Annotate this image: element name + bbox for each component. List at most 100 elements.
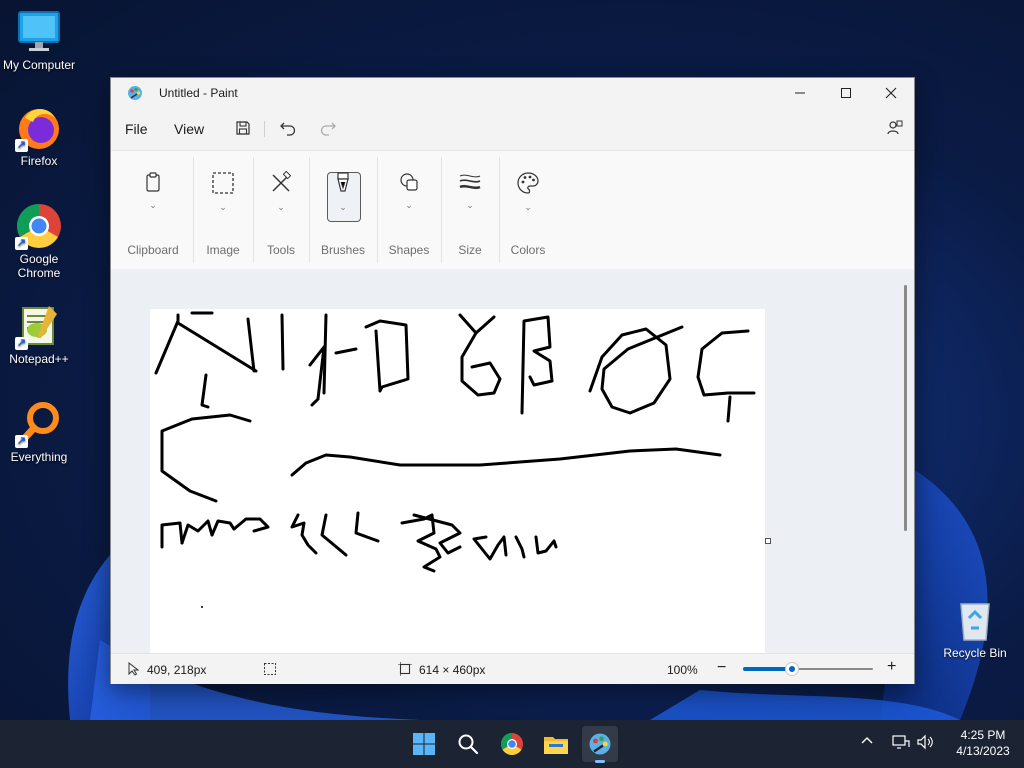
desktop-icon-label: Firefox [20,154,58,168]
shapes-icon [398,171,420,198]
ribbon-group-label: Colors [510,243,546,257]
chevron-down-icon: ⌄ [524,202,532,212]
ribbon-group-label: Clipboard [127,243,179,257]
toolbar-separator [264,121,265,137]
ribbon-group-label: Brushes [320,243,366,257]
zoom-in-icon[interactable]: + [887,658,896,676]
ribbon-separator [377,157,378,263]
clock-date: 4/13/2023 [956,744,1010,758]
menu-bar: File View [111,108,914,148]
canvas-area [111,269,914,653]
ribbon-separator [441,157,442,263]
desktop-icon-my-computer[interactable]: My Computer [0,8,78,72]
menu-file[interactable]: File [125,121,148,137]
chrome-icon: ↗ [15,202,63,250]
shortcut-arrow-icon: ↗ [15,139,28,152]
minimize-button[interactable] [777,78,823,108]
stray-dot [201,606,203,608]
canvas-size-icon [398,662,412,679]
zoom-slider[interactable] [743,663,873,675]
selection-size-icon [263,662,277,679]
network-icon [892,735,910,749]
recycle-bin-icon [951,596,999,644]
ribbon-group-tools[interactable]: ⌄ Tools [254,151,308,269]
shortcut-arrow-icon: ↗ [15,337,28,350]
chevron-down-icon: ⌄ [149,200,157,210]
desktop-icon-notepad-plus-plus[interactable]: ↗ Notepad++ [0,302,78,366]
redo-icon[interactable] [316,117,340,139]
desktop: My Computer ↗ Firefox ↗ Google Chrome ↗ … [0,0,1024,720]
desktop-icon-label: My Computer [2,58,76,72]
desktop-icon-label: Notepad++ [9,352,69,366]
search-button[interactable] [450,726,486,762]
ribbon-group-size[interactable]: ⌄ Size [443,151,497,269]
size-icon [458,171,482,198]
zoom-out-icon[interactable]: − [717,659,726,677]
freehand-drawing [154,311,756,608]
taskbar-paint[interactable] [582,726,618,763]
chevron-down-icon: ⌄ [219,202,227,212]
taskbar-file-explorer[interactable] [538,726,574,762]
chevron-down-icon: ⌄ [277,202,285,212]
ribbon-group-label: Shapes [388,243,430,257]
palette-icon [516,171,540,200]
cursor-position: 409, 218px [147,663,207,677]
zoom-level[interactable]: 100% [667,663,698,677]
start-button[interactable] [406,726,442,762]
undo-icon[interactable] [276,117,300,139]
chevron-down-icon: ⌄ [466,200,474,210]
show-hidden-icons[interactable] [860,734,874,753]
ribbon-group-clipboard[interactable]: ⌄ Clipboard [119,151,187,269]
desktop-icon-label: Everything [10,450,68,464]
search-icon [458,734,479,755]
menu-view[interactable]: View [174,121,204,137]
drawing-canvas[interactable] [150,309,765,653]
canvas-resize-handle[interactable] [765,538,771,544]
desktop-icon-label: Google Chrome [17,252,61,280]
status-bar: 409, 218px 614 × 460px 100% − + [111,653,914,684]
window-title: Untitled - Paint [159,86,238,100]
taskbar: 4:25 PM 4/13/2023 [0,720,1024,768]
monitor-icon [15,8,63,56]
speaker-icon [917,734,933,750]
ribbon-group-brushes[interactable]: ⌄ Brushes [313,151,373,269]
account-settings-icon[interactable] [883,117,907,139]
desktop-icon-everything[interactable]: ↗ Everything [0,400,78,464]
maximize-button[interactable] [823,78,869,108]
ribbon-group-image[interactable]: ⌄ Image [194,151,252,269]
ribbon-group-label: Tools [266,243,295,257]
save-icon[interactable] [231,117,255,139]
vertical-scrollbar[interactable] [904,285,907,531]
desktop-icon-chrome[interactable]: ↗ Google Chrome [0,202,78,280]
desktop-icon-recycle-bin[interactable]: Recycle Bin [936,596,1014,660]
taskbar-chrome[interactable] [494,726,530,762]
selection-icon [211,171,235,200]
clock[interactable]: 4:25 PM 4/13/2023 [944,727,1022,759]
close-button[interactable] [868,78,914,108]
chevron-down-icon: ⌄ [339,202,347,212]
ribbon-group-colors[interactable]: ⌄ Colors [500,151,556,269]
clock-time: 4:25 PM [960,728,1006,742]
network-status[interactable] [892,734,910,755]
ribbon-group-label: Image [206,243,240,257]
everything-search-icon: ↗ [15,400,63,448]
canvas-size: 614 × 460px [419,663,486,677]
ribbon-separator [309,157,310,263]
desktop-icon-label: Recycle Bin [943,646,1007,660]
chrome-icon [501,733,523,755]
chevron-down-icon: ⌄ [405,200,413,210]
firefox-icon: ↗ [15,104,63,152]
paint-app-icon [589,733,611,755]
active-app-indicator [595,760,605,763]
zoom-slider-fill [743,667,793,671]
shortcut-arrow-icon: ↗ [15,237,28,250]
windows-logo-icon [413,733,435,755]
desktop-icon-firefox[interactable]: ↗ Firefox [0,104,78,168]
shortcut-arrow-icon: ↗ [15,435,28,448]
zoom-slider-thumb[interactable] [786,663,799,675]
paint-app-icon [127,85,143,106]
ribbon-group-shapes[interactable]: ⌄ Shapes [379,151,439,269]
ribbon: ⌄ Clipboard ⌄ Image ⌄ Tools ⌄ Brushes ⌄ … [111,150,914,270]
volume-control[interactable] [916,734,934,755]
title-bar[interactable]: Untitled - Paint [111,78,914,108]
